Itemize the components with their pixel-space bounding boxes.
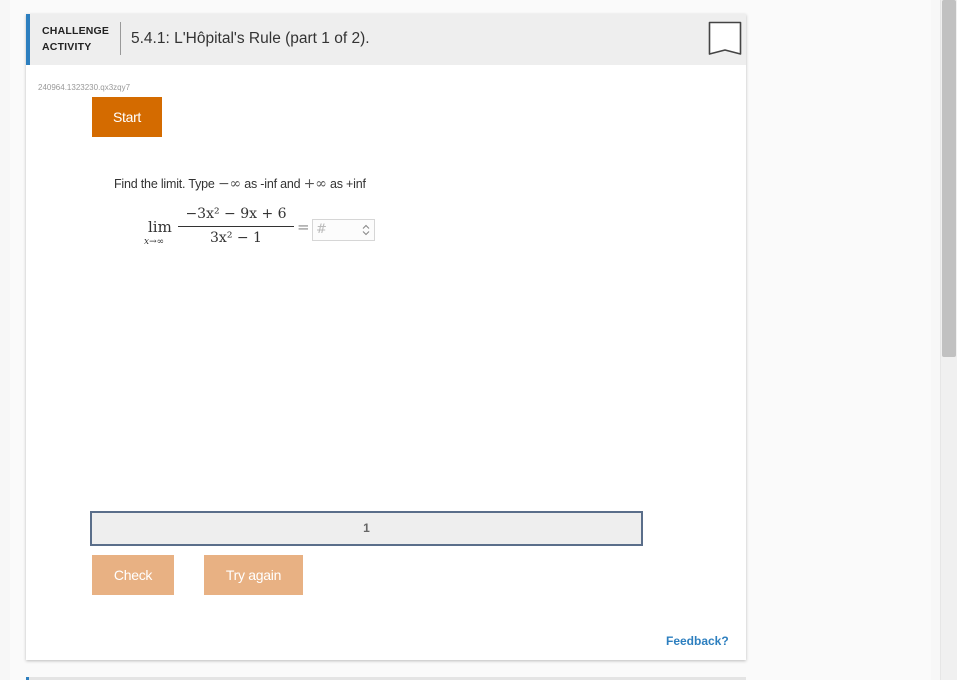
page-scrollbar[interactable] xyxy=(940,0,957,680)
card-header: CHALLENGE ACTIVITY 5.4.1: L'Hôpital's Ru… xyxy=(26,14,746,65)
fraction-bar xyxy=(178,226,294,227)
stepper-icon xyxy=(362,224,370,236)
activity-title: 5.4.1: L'Hôpital's Rule (part 1 of 2). xyxy=(131,30,370,47)
check-button[interactable]: Check xyxy=(92,555,174,595)
feedback-link[interactable]: Feedback? xyxy=(666,634,729,648)
instruction-middle: as -inf and xyxy=(240,177,304,191)
level-progress-bar[interactable]: 1 xyxy=(90,511,643,546)
pos-infinity-symbol: +∞ xyxy=(303,176,327,192)
instruction-prefix: Find the limit. Type xyxy=(114,177,218,191)
lim-subscript: x→∞ xyxy=(144,237,165,247)
activity-type-label: CHALLENGE ACTIVITY xyxy=(42,23,120,55)
answer-input[interactable]: # xyxy=(312,219,375,241)
bookmark-icon[interactable] xyxy=(708,21,742,58)
instruction-text: Find the limit. Type −∞ as -inf and +∞ a… xyxy=(114,176,366,192)
try-again-button[interactable]: Try again xyxy=(204,555,303,595)
limit-expression: lim x→∞ −3x² − 9x + 6 3x² − 1 = # xyxy=(144,204,384,254)
scrollbar-thumb[interactable] xyxy=(942,0,956,357)
activity-type-line1: CHALLENGE xyxy=(42,25,110,37)
neg-infinity-symbol: −∞ xyxy=(217,176,241,192)
level-number: 1 xyxy=(363,521,370,535)
fraction-denominator: 3x² − 1 xyxy=(210,230,262,246)
challenge-activity-card: CHALLENGE ACTIVITY 5.4.1: L'Hôpital's Ru… xyxy=(26,14,746,660)
activity-type-line2: ACTIVITY xyxy=(42,41,92,53)
instruction-suffix: as +inf xyxy=(326,177,366,191)
header-divider xyxy=(120,22,121,55)
start-button[interactable]: Start xyxy=(92,97,162,137)
fraction-numerator: −3x² − 9x + 6 xyxy=(185,206,287,222)
answer-placeholder: # xyxy=(316,222,327,237)
activity-id: 240964.1323230.qx3zqy7 xyxy=(38,83,131,92)
equals-sign: = xyxy=(297,218,310,236)
lim-operator: lim xyxy=(148,218,172,236)
